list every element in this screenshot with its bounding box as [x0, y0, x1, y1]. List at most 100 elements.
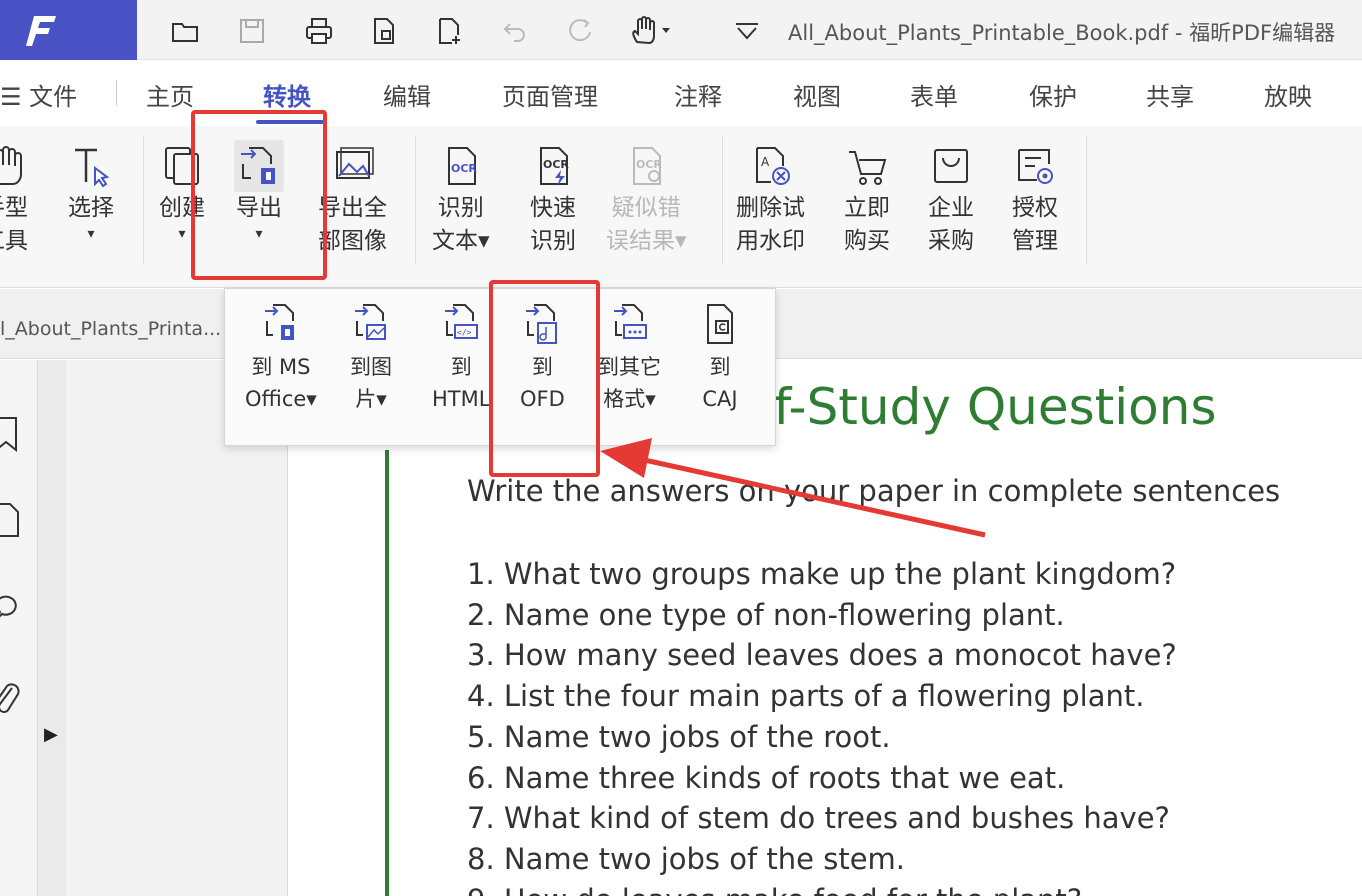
- tab-share[interactable]: 共享: [1146, 77, 1194, 112]
- tab-view[interactable]: 视图: [793, 77, 841, 112]
- list-item: 6. Name three kinds of roots that we eat…: [467, 760, 1066, 795]
- open-icon[interactable]: [168, 14, 202, 48]
- image-file-icon: [351, 303, 391, 351]
- enterprise-purchase-button[interactable]: 企业 采购: [926, 140, 976, 258]
- export-all-images-button[interactable]: 导出全 部图像: [318, 140, 387, 258]
- list-item: 5. Name two jobs of the root.: [467, 719, 891, 754]
- buy-now-button[interactable]: 立即 购买: [842, 140, 892, 258]
- menu-divider: [116, 80, 117, 106]
- list-item: 8. Name two jobs of the stem.: [467, 841, 906, 876]
- svg-text:OCR: OCR: [543, 158, 569, 171]
- tab-protect[interactable]: 保护: [1029, 77, 1077, 112]
- page-thumbnail-icon[interactable]: [0, 502, 20, 542]
- ocr-suspect-icon: OCR: [621, 140, 671, 192]
- tab-form[interactable]: 表单: [910, 77, 958, 112]
- customize-icon[interactable]: [730, 14, 764, 48]
- shopping-bag-icon: [926, 140, 976, 192]
- export-to-image-label-1: 到图: [350, 355, 392, 379]
- panel-strip: [38, 360, 66, 896]
- quick-ocr-button[interactable]: OCR 快速 识别: [528, 140, 578, 258]
- select-label: 选择: [68, 195, 114, 221]
- hand-tool-label-1: 手型: [0, 195, 28, 221]
- list-item: 2. Name one type of non-flowering plant.: [467, 597, 1065, 632]
- hand-icon: [0, 140, 30, 192]
- tab-home[interactable]: 主页: [146, 77, 194, 112]
- tab-convert[interactable]: 转换: [263, 77, 311, 112]
- license-management-label-2: 管理: [1012, 228, 1058, 254]
- attachment-icon[interactable]: [0, 680, 20, 724]
- caj-file-icon: [700, 303, 740, 351]
- hamburger-icon: ☰: [0, 83, 30, 111]
- license-management-button[interactable]: 授权 管理: [1010, 140, 1060, 258]
- document-intro: Write the answers on your paper in compl…: [467, 474, 1281, 508]
- redo-icon[interactable]: [564, 14, 598, 48]
- question-list: 1. What two groups make up the plant kin…: [467, 554, 1177, 896]
- export-to-other-formats-label-2: 格式▾: [603, 387, 656, 411]
- file-icon[interactable]: [367, 14, 401, 48]
- export-to-ms-office-label-1: 到 MS: [251, 355, 311, 379]
- export-to-ms-office-item[interactable]: 到 MS Office▾: [245, 303, 317, 415]
- ocr-icon: OCR: [436, 140, 486, 192]
- select-button[interactable]: 选择 ▾: [66, 140, 116, 243]
- file-menu-label: 文件: [29, 83, 78, 111]
- ribbon-divider: [143, 136, 144, 264]
- quick-ocr-label-1: 快速: [530, 195, 576, 221]
- export-to-caj-label-1: 到: [709, 355, 731, 379]
- suspect-results-label-1: 疑似错: [611, 195, 681, 221]
- list-item: 3. How many seed leaves does a monocot h…: [467, 638, 1177, 673]
- quick-ocr-icon: OCR: [528, 140, 578, 192]
- export-to-other-formats-item[interactable]: 到其它 格式▾: [598, 303, 661, 415]
- page-margin-line: [385, 450, 389, 896]
- tab-comment[interactable]: 注释: [674, 77, 722, 112]
- file-menu[interactable]: ☰ 文件: [0, 77, 77, 112]
- expand-panel-icon[interactable]: ▶: [44, 724, 58, 745]
- suspect-results-button[interactable]: OCR 疑似错 误结果▾: [606, 140, 687, 258]
- export-to-html-item[interactable]: </> 到 HTML: [432, 303, 490, 415]
- save-icon[interactable]: [235, 14, 269, 48]
- quick-ocr-label-2: 识别: [530, 228, 576, 254]
- export-all-images-label-1: 导出全: [318, 195, 387, 221]
- buy-now-label-1: 立即: [844, 195, 890, 221]
- svg-text:A: A: [761, 155, 770, 169]
- title-bar: All_About_Plants_Printable_Book.pdf - 福昕…: [0, 0, 1362, 60]
- ribbon-divider: [722, 136, 723, 264]
- other-formats-icon: [610, 303, 650, 351]
- license-icon: [1010, 140, 1060, 192]
- export-all-images-label-2: 部图像: [318, 228, 387, 254]
- enterprise-purchase-label-2: 采购: [928, 228, 974, 254]
- hand-tool-icon[interactable]: [626, 14, 678, 48]
- ocr-text-button[interactable]: OCR 识别 文本▾: [432, 140, 490, 258]
- svg-text:OCR: OCR: [451, 162, 477, 175]
- bookmark-icon[interactable]: [0, 416, 20, 456]
- comment-icon[interactable]: [0, 592, 20, 632]
- export-to-image-label-2: 片▾: [355, 387, 387, 411]
- remove-watermark-button[interactable]: A 删除试 用水印: [736, 140, 805, 258]
- suspect-results-label-2: 误结果▾: [606, 228, 687, 254]
- export-to-caj-item[interactable]: 到 CAJ: [700, 303, 740, 415]
- html-file-icon: </>: [441, 303, 481, 351]
- export-to-other-formats-label-1: 到其它: [598, 355, 661, 379]
- app-logo: [0, 0, 137, 60]
- remove-watermark-label-2: 用水印: [736, 228, 805, 254]
- remove-watermark-label-1: 删除试: [736, 195, 805, 221]
- tab-page-management[interactable]: 页面管理: [502, 77, 598, 112]
- tab-slideshow[interactable]: 放映: [1264, 77, 1312, 112]
- left-side-panel: [0, 360, 38, 896]
- undo-icon[interactable]: [498, 14, 532, 48]
- remove-watermark-icon: A: [746, 140, 796, 192]
- license-management-label-1: 授权: [1012, 195, 1058, 221]
- export-to-html-label-1: 到: [450, 355, 472, 379]
- ribbon-divider: [1086, 136, 1087, 264]
- tab-edit[interactable]: 编辑: [383, 77, 431, 112]
- export-to-image-item[interactable]: 到图 片▾: [350, 303, 392, 415]
- cart-icon: [842, 140, 892, 192]
- ocr-text-label-1: 识别: [437, 195, 484, 221]
- hand-tool-label-2: 工具: [0, 228, 28, 254]
- list-item: 4. List the four main parts of a floweri…: [467, 679, 1145, 714]
- hand-tool-button[interactable]: 手型 工具: [0, 140, 30, 258]
- create-dropdown-arrow: ▾: [178, 226, 186, 242]
- print-icon[interactable]: [302, 14, 336, 48]
- list-item: 9. How do leaves make food for the plant…: [467, 880, 1177, 896]
- new-file-icon[interactable]: [432, 14, 466, 48]
- document-tab[interactable]: l_About_Plants_Printa...: [0, 318, 221, 340]
